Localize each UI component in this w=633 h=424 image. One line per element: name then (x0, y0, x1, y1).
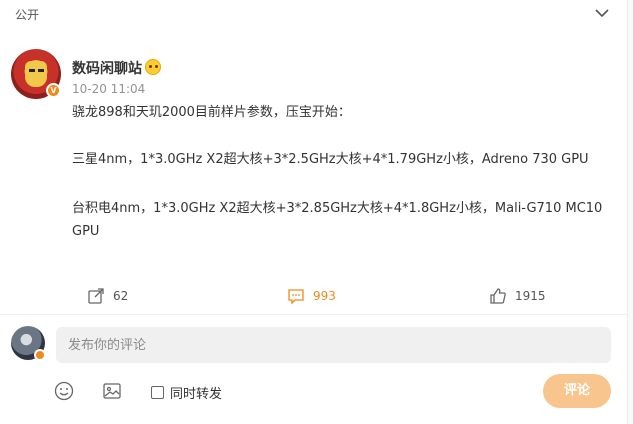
comment-icon (288, 289, 304, 305)
like-count: 1915 (515, 289, 546, 303)
checkbox[interactable] (151, 386, 164, 399)
post-text-line: 三星4nm，1*3.0GHz X2超大核+3*2.5GHz大核+4*1.79GH… (72, 152, 589, 167)
repost-button[interactable]: 62 (87, 286, 128, 306)
image-icon[interactable] (102, 381, 122, 401)
avatar-eye (38, 69, 44, 72)
repost-count: 62 (113, 289, 129, 303)
comment-button[interactable]: 993 (287, 286, 336, 306)
divider (0, 314, 633, 315)
post-header: 公开 (0, 0, 633, 28)
emoji-icon[interactable] (54, 381, 74, 401)
comment-input[interactable] (56, 327, 611, 363)
like-button[interactable]: 1915 (489, 286, 546, 306)
verified-badge: V (46, 83, 61, 98)
repost-checkbox[interactable]: 同时转发 (151, 383, 222, 402)
comment-count: 993 (313, 289, 336, 303)
emoji-badge-icon (145, 59, 161, 75)
visibility-label: 公开 (15, 8, 40, 22)
avatar-eye (29, 69, 35, 72)
post-text-line: 台积电4nm，1*3.0GHz X2超大核+3*2.85GHz大核+4*1.8G… (72, 201, 603, 239)
author-name[interactable]: 数码闲聊站 (72, 58, 142, 78)
repost-icon (88, 288, 104, 304)
avatar-face (25, 61, 47, 87)
thumbs-up-icon (490, 288, 506, 304)
my-verified-badge-icon (34, 349, 46, 361)
repost-checkbox-label: 同时转发 (170, 387, 223, 402)
submit-comment-button[interactable]: 评论 (543, 374, 611, 408)
post-timestamp[interactable]: 10-20 11:04 (72, 82, 145, 96)
post-text-line: 骁龙898和天玑2000目前样片参数，压宝开始： (72, 105, 351, 120)
scrollbar[interactable] (627, 0, 633, 424)
chevron-down-icon[interactable] (592, 4, 612, 22)
post-actions: 62 993 1915 (0, 282, 633, 310)
